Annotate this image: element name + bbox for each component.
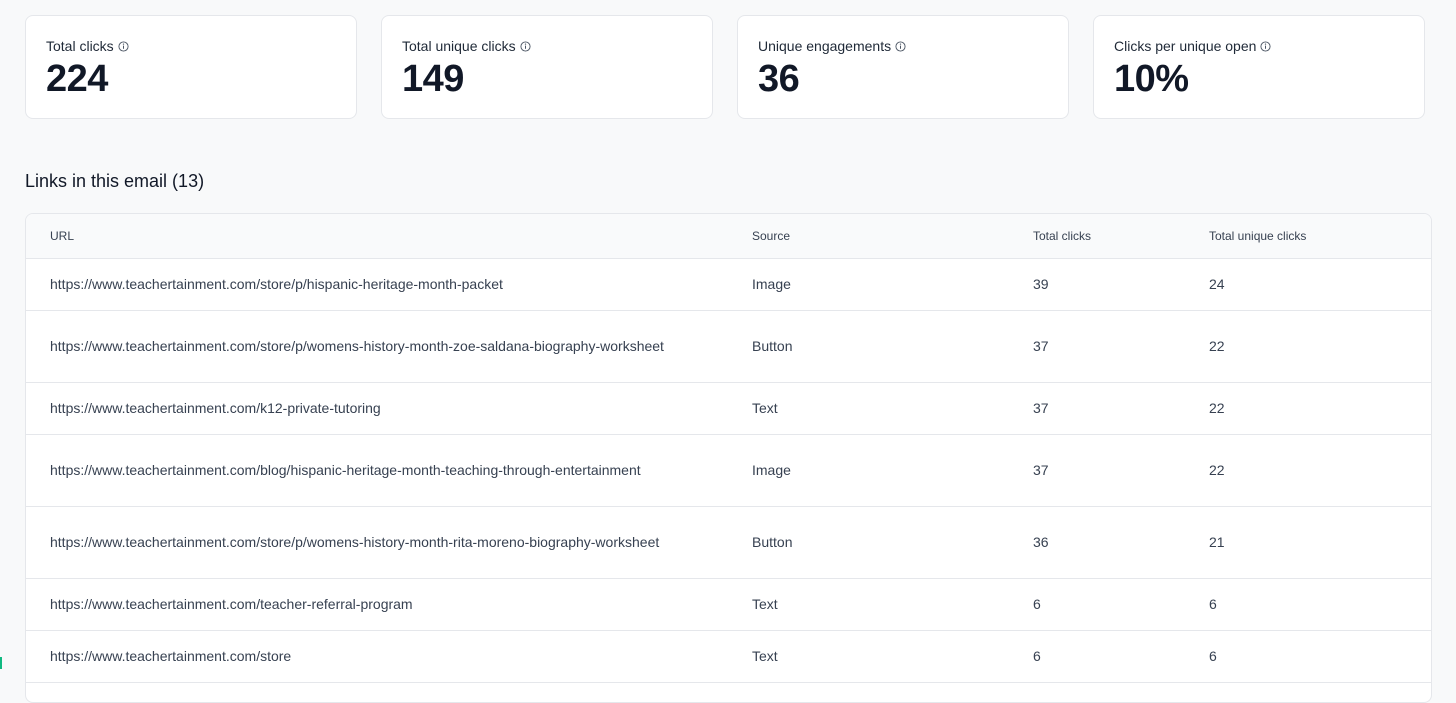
link-url[interactable]: https://www.teachertainment.com/k12-priv… <box>50 398 690 418</box>
link-url[interactable]: https://www.teachertainment.com/store/p/… <box>50 274 690 294</box>
link-source: Text <box>752 382 1033 435</box>
stat-value: 224 <box>46 58 108 100</box>
link-source: Image <box>752 434 1033 507</box>
info-icon[interactable] <box>895 40 906 52</box>
link-total-clicks: 37 <box>1033 310 1209 383</box>
accent-marker <box>0 657 2 669</box>
table-row: https://www.teachertainment.com/teacher-… <box>26 578 1431 631</box>
link-source: Button <box>752 506 1033 579</box>
link-source: Button <box>752 310 1033 383</box>
column-header-url[interactable]: URL <box>26 214 752 259</box>
stat-card-clicks-per-unique-open: Clicks per unique open 10% <box>1093 15 1425 119</box>
table-row: https://www.teachertainment.com/blog/his… <box>26 434 1431 507</box>
table-row: https://www.teachertainment.com/store/p/… <box>26 310 1431 383</box>
link-total-unique-clicks: 6 <box>1209 578 1431 631</box>
stat-label: Clicks per unique open <box>1114 38 1257 54</box>
link-total-unique-clicks: 21 <box>1209 506 1431 579</box>
link-total-unique-clicks: 6 <box>1209 630 1431 683</box>
link-total-clicks: 39 <box>1033 258 1209 311</box>
column-header-source[interactable]: Source <box>752 214 1033 259</box>
info-icon[interactable] <box>520 40 531 52</box>
stat-value: 10% <box>1114 58 1189 100</box>
link-total-clicks: 6 <box>1033 578 1209 631</box>
table-row: https://www.teachertainment.com/store/p/… <box>26 258 1431 311</box>
link-url[interactable]: https://www.teachertainment.com/blog/his… <box>50 460 690 480</box>
column-header-total-clicks[interactable]: Total clicks <box>1033 214 1209 259</box>
stat-value: 36 <box>758 58 800 100</box>
link-url[interactable]: https://www.teachertainment.com/store/p/… <box>50 336 690 356</box>
link-total-unique-clicks: 22 <box>1209 310 1431 383</box>
stats-row: Total clicks 224 Total unique clicks 149… <box>25 15 1425 119</box>
table-row: https://www.teachertainment.com/k12-priv… <box>26 382 1431 435</box>
link-source: Image <box>752 258 1033 311</box>
stat-value: 149 <box>402 58 464 100</box>
stat-card-unique-engagements: Unique engagements 36 <box>737 15 1069 119</box>
stat-label: Total unique clicks <box>402 38 516 54</box>
link-url[interactable]: https://www.teachertainment.com/store <box>50 646 690 666</box>
section-title: Links in this email (13) <box>25 171 205 191</box>
column-header-total-unique-clicks[interactable]: Total unique clicks <box>1209 214 1431 259</box>
table-row: https://www.teachertainment.com/store/p/… <box>26 506 1431 579</box>
link-total-unique-clicks: 24 <box>1209 258 1431 311</box>
info-icon[interactable] <box>1260 40 1271 52</box>
links-table: URL Source Total clicks Total unique cli… <box>25 213 1432 703</box>
link-total-clicks: 36 <box>1033 506 1209 579</box>
link-total-clicks: 37 <box>1033 434 1209 507</box>
info-icon[interactable] <box>118 40 129 52</box>
link-total-clicks: 37 <box>1033 382 1209 435</box>
stat-card-total-clicks: Total clicks 224 <box>25 15 357 119</box>
stat-label: Total clicks <box>46 38 114 54</box>
link-url[interactable]: https://www.teachertainment.com/store/p/… <box>50 532 690 552</box>
link-total-clicks: 6 <box>1033 630 1209 683</box>
stat-label: Unique engagements <box>758 38 892 54</box>
stat-card-total-unique-clicks: Total unique clicks 149 <box>381 15 713 119</box>
link-url[interactable]: https://www.teachertainment.com/teacher-… <box>50 594 690 614</box>
link-total-unique-clicks: 22 <box>1209 382 1431 435</box>
link-source: Text <box>752 630 1033 683</box>
link-total-unique-clicks: 22 <box>1209 434 1431 507</box>
table-header-row: URL Source Total clicks Total unique cli… <box>26 214 1431 259</box>
link-source: Text <box>752 578 1033 631</box>
table-row: https://www.teachertainment.com/store Te… <box>26 630 1431 683</box>
